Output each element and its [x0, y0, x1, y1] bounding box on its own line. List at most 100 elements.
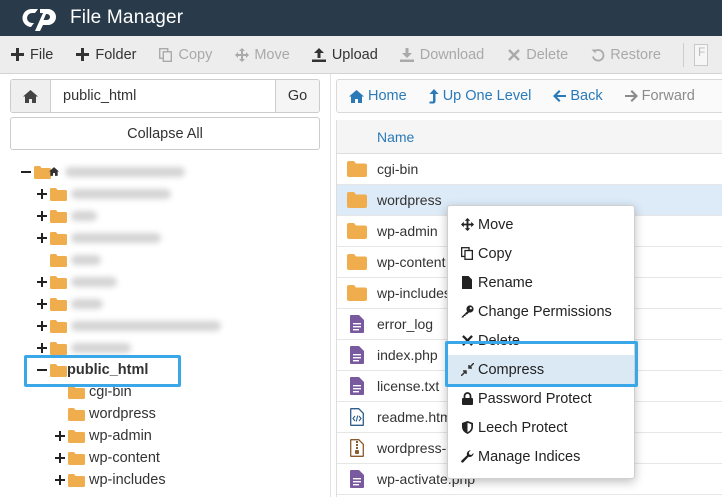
new-file-button[interactable]: File	[10, 47, 53, 63]
folder-icon	[68, 452, 85, 465]
folder-icon	[50, 210, 67, 223]
move-button[interactable]: Move	[234, 47, 290, 63]
folder-icon	[337, 192, 377, 208]
tree-row[interactable]	[36, 205, 97, 227]
redacted-label	[71, 299, 103, 309]
app-title: File Manager	[70, 7, 184, 28]
tree-row[interactable]	[36, 227, 161, 249]
upload-icon	[312, 47, 327, 62]
key-icon	[460, 305, 474, 319]
folder-icon	[68, 408, 85, 421]
folder-icon	[50, 276, 67, 289]
tree-row[interactable]	[36, 183, 171, 205]
toolbar: File Folder Copy Move Upload Download De…	[0, 36, 722, 74]
expand-toggle-icon[interactable]	[36, 320, 48, 332]
path-input[interactable]	[51, 80, 275, 112]
copy-icon	[158, 47, 173, 62]
folder-icon	[337, 285, 377, 301]
file-row-cgi-bin[interactable]: cgi-bin	[337, 154, 722, 185]
menu-item-move[interactable]: Move	[448, 210, 634, 239]
menu-item-copy[interactable]: Copy	[448, 239, 634, 268]
restore-button[interactable]: Restore	[590, 47, 661, 63]
expand-toggle-icon[interactable]	[54, 474, 66, 486]
tree-row-wp-content[interactable]: wp-content	[54, 447, 160, 469]
plus-icon	[75, 47, 90, 62]
tree-row-wp-includes[interactable]: wp-includes	[54, 469, 166, 491]
home-button[interactable]: Home	[349, 88, 407, 104]
expand-toggle-icon[interactable]	[54, 452, 66, 464]
level-up-icon	[429, 88, 439, 104]
folder-icon	[68, 386, 85, 399]
text-file-icon	[337, 470, 377, 488]
collapse-toggle-icon[interactable]	[20, 166, 32, 178]
redacted-label	[71, 211, 97, 221]
copy-button[interactable]: Copy	[158, 47, 212, 63]
tree-row-wp-admin[interactable]: wp-admin	[54, 425, 152, 447]
tree-row[interactable]	[50, 249, 101, 271]
text-file-icon	[337, 377, 377, 395]
cpanel-logo[interactable]	[18, 5, 62, 31]
text-file-icon	[337, 346, 377, 364]
expand-toggle-icon[interactable]	[54, 430, 66, 442]
column-header-name[interactable]: Name	[337, 120, 722, 154]
go-button[interactable]: Go	[275, 80, 319, 112]
compress-icon	[460, 363, 474, 377]
folder-tree: public_html cgi-bin wordpress wp-admin w…	[0, 160, 330, 497]
redacted-label	[71, 321, 221, 331]
redacted-label	[71, 277, 117, 287]
path-home-button[interactable]	[11, 80, 51, 112]
expand-toggle-icon[interactable]	[36, 232, 48, 244]
upload-button[interactable]: Upload	[312, 47, 378, 63]
menu-item-change-permissions[interactable]: Change Permissions	[448, 297, 634, 326]
forward-button[interactable]: Forward	[624, 88, 695, 104]
expand-toggle-icon[interactable]	[36, 276, 48, 288]
path-bar: Go	[10, 79, 320, 113]
menu-item-manage-indices[interactable]: Manage Indices	[448, 442, 634, 471]
plus-icon	[10, 47, 25, 62]
toolbar-overflow-button[interactable]: F	[693, 43, 708, 66]
tree-row-wordpress[interactable]: wordpress	[68, 403, 156, 425]
menu-item-password-protect[interactable]: Password Protect	[448, 384, 634, 413]
folder-icon	[50, 254, 67, 267]
folder-icon	[50, 298, 67, 311]
tree-row[interactable]	[36, 315, 221, 337]
home-icon	[349, 89, 364, 103]
tree-row[interactable]	[36, 293, 103, 315]
delete-button[interactable]: Delete	[506, 47, 568, 63]
expand-toggle-icon[interactable]	[36, 210, 48, 222]
shield-icon	[460, 421, 474, 435]
redacted-label	[71, 343, 131, 353]
expand-toggle-icon[interactable]	[36, 342, 48, 354]
lock-icon	[460, 392, 474, 406]
close-icon	[460, 334, 474, 348]
tree-row[interactable]	[36, 271, 117, 293]
context-menu: Move Copy Rename Change Permissions Dele…	[447, 205, 635, 479]
menu-item-rename[interactable]: Rename	[448, 268, 634, 297]
file-icon	[460, 276, 474, 290]
move-icon	[234, 47, 249, 62]
restore-icon	[590, 47, 605, 62]
folder-icon	[50, 342, 67, 355]
folder-icon	[337, 161, 377, 177]
back-button[interactable]: Back	[553, 88, 603, 104]
download-button[interactable]: Download	[400, 47, 484, 63]
close-icon	[506, 47, 521, 62]
tree-row-home[interactable]	[20, 161, 185, 183]
new-folder-button[interactable]: Folder	[75, 47, 136, 63]
html-file-icon	[337, 408, 377, 426]
collapse-all-button[interactable]: Collapse All	[10, 117, 320, 150]
text-file-icon	[337, 315, 377, 333]
home-icon	[49, 164, 59, 180]
expand-toggle-icon[interactable]	[36, 298, 48, 310]
toolbar-divider	[682, 42, 684, 67]
folder-icon	[50, 232, 67, 245]
expand-toggle-icon[interactable]	[36, 188, 48, 200]
menu-item-compress[interactable]: Compress	[448, 355, 634, 384]
up-one-level-button[interactable]: Up One Level	[429, 88, 531, 104]
pane-divider[interactable]	[330, 74, 331, 497]
download-icon	[400, 47, 415, 62]
menu-item-leech-protect[interactable]: Leech Protect	[448, 413, 634, 442]
redacted-label	[71, 255, 101, 265]
menu-item-delete[interactable]: Delete	[448, 326, 634, 355]
folder-icon	[50, 320, 67, 333]
